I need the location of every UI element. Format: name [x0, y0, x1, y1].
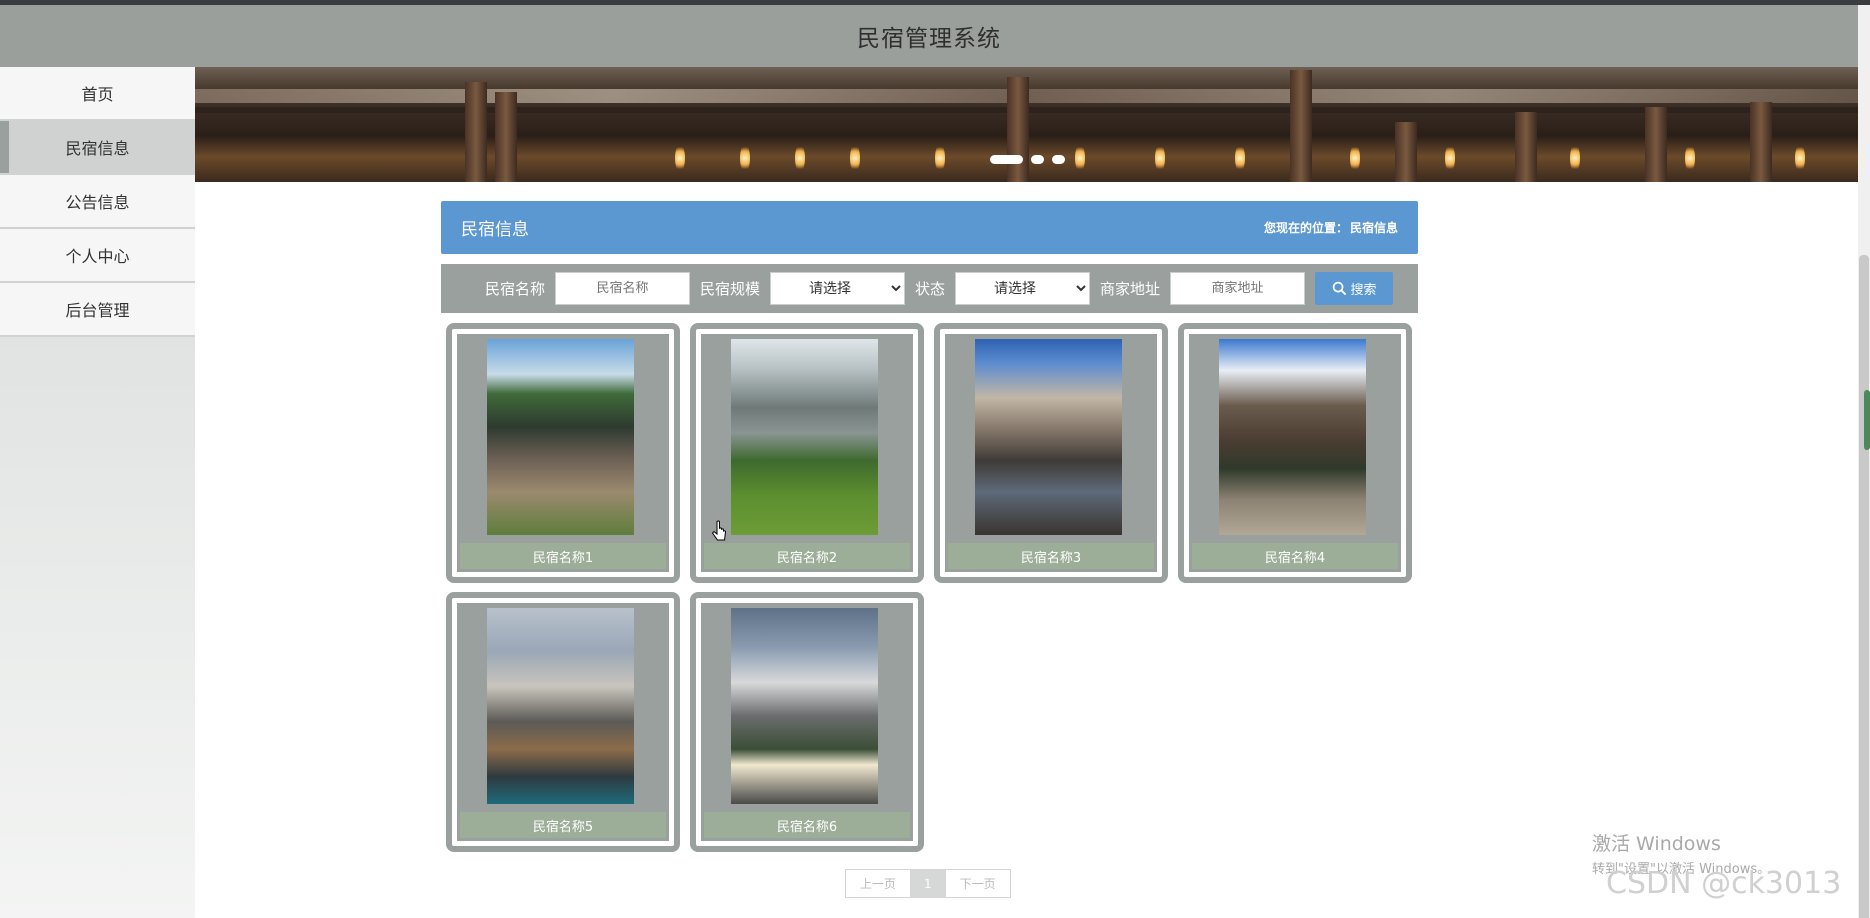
csdn-watermark: CSDN @ck3013: [1606, 866, 1842, 901]
card-body: 民宿名称3: [945, 334, 1157, 572]
homestay-card[interactable]: 民宿名称5: [446, 592, 680, 852]
homestay-grid: 民宿名称1 民宿名称2 民宿名称3 民宿名称4 民宿名称5 民宿名称6: [441, 323, 1418, 853]
card-body: 民宿名称1: [457, 334, 669, 572]
homestay-photo: [487, 339, 634, 535]
search-bar: 民宿名称 民宿规模 请选择 状态 请选择 商家地址 搜索: [441, 264, 1418, 313]
section-header: 民宿信息 您现在的位置： 民宿信息: [441, 201, 1418, 254]
section-title: 民宿信息: [461, 220, 529, 240]
card-body: 民宿名称4: [1189, 334, 1401, 572]
banner-decoration: [1515, 112, 1537, 182]
mouse-cursor-icon: [711, 520, 727, 541]
banner-decoration: [1007, 77, 1029, 182]
banner-decoration: [1795, 144, 1805, 172]
homestay-photo: [1219, 339, 1366, 535]
card-body: 民宿名称2: [701, 334, 913, 572]
homestay-photo: [731, 339, 878, 535]
scrollbar-thumb[interactable]: [1859, 255, 1869, 918]
homestay-name: 民宿名称6: [704, 812, 910, 838]
scale-label: 民宿规模: [700, 280, 761, 298]
banner-decoration: [795, 144, 805, 172]
banner-decoration: [675, 144, 685, 172]
search-button[interactable]: 搜索: [1315, 272, 1394, 305]
card-body: 民宿名称5: [457, 603, 669, 841]
banner-decoration: [1645, 107, 1667, 182]
homestay-card[interactable]: 民宿名称3: [934, 323, 1168, 583]
search-icon: [1332, 281, 1346, 296]
banner-decoration: [1570, 144, 1580, 172]
status-select[interactable]: 请选择: [955, 272, 1091, 305]
sidebar-item-announcements[interactable]: 公告信息: [0, 175, 195, 229]
sidebar-item-label: 个人中心: [65, 247, 130, 266]
sidebar-item-profile[interactable]: 个人中心: [0, 229, 195, 283]
banner-decoration: [1075, 144, 1085, 172]
homestay-photo: [731, 608, 878, 804]
carousel-indicators: [990, 155, 1065, 164]
scrollbar-marker: [1864, 390, 1870, 450]
next-page-button[interactable]: 下一页: [944, 869, 1011, 898]
name-input[interactable]: [555, 272, 691, 305]
banner-decoration: [1445, 144, 1455, 172]
sidebar-item-admin[interactable]: 后台管理: [0, 283, 195, 337]
sidebar-item-home[interactable]: 首页: [0, 67, 195, 121]
homestay-card[interactable]: 民宿名称2: [690, 323, 924, 583]
banner-decoration: [1395, 122, 1417, 182]
pagination: 上一页 1 下一页: [845, 869, 1011, 898]
homestay-card[interactable]: 民宿名称4: [1178, 323, 1412, 583]
homestay-photo: [487, 608, 634, 804]
banner-decoration: [935, 144, 945, 172]
banner-decoration: [1750, 102, 1772, 182]
sidebar-item-label: 后台管理: [65, 301, 130, 320]
breadcrumb-current[interactable]: 民宿信息: [1350, 221, 1398, 235]
homestay-name: 民宿名称2: [704, 543, 910, 569]
homestay-name: 民宿名称1: [460, 543, 666, 569]
app-header: 民宿管理系统: [0, 5, 1858, 67]
banner-carousel[interactable]: [195, 67, 1858, 182]
sidebar-item-homestay-info[interactable]: 民宿信息: [0, 121, 195, 175]
carousel-dot-2[interactable]: [1031, 155, 1044, 164]
homestay-card[interactable]: 民宿名称6: [690, 592, 924, 852]
homestay-card[interactable]: 民宿名称1: [446, 323, 680, 583]
name-label: 民宿名称: [485, 280, 546, 298]
sidebar-item-label: 公告信息: [65, 193, 130, 212]
homestay-name: 民宿名称4: [1192, 543, 1398, 569]
homestay-photo: [975, 339, 1122, 535]
homestay-name: 民宿名称5: [460, 812, 666, 838]
breadcrumb: 您现在的位置： 民宿信息: [1262, 219, 1398, 236]
carousel-dot-3[interactable]: [1052, 155, 1065, 164]
banner-decoration: [465, 82, 487, 182]
banner-decoration: [1350, 144, 1360, 172]
address-input[interactable]: [1170, 272, 1306, 305]
search-button-label: 搜索: [1350, 282, 1377, 297]
scale-select[interactable]: 请选择: [770, 272, 906, 305]
banner-decoration: [1290, 70, 1312, 182]
banner-decoration: [1155, 144, 1165, 172]
carousel-dot-1[interactable]: [990, 155, 1023, 164]
main-content: 民宿信息 您现在的位置：民宿信息 民宿名称 民宿规模 请选择 状态 请选择 商家…: [441, 201, 1418, 853]
banner-decoration: [495, 92, 517, 182]
banner-decoration: [850, 144, 860, 172]
sidebar-item-label: 首页: [81, 85, 114, 104]
card-body: 民宿名称6: [701, 603, 913, 841]
sidebar: 首页 民宿信息 公告信息 个人中心 后台管理: [0, 67, 195, 918]
banner-decoration: [740, 144, 750, 172]
app-title: 民宿管理系统: [857, 26, 1001, 52]
watermark-line-1: 激活 Windows: [1592, 833, 1721, 855]
address-label: 商家地址: [1100, 280, 1161, 298]
homestay-name: 民宿名称3: [948, 543, 1154, 569]
page-scrollbar[interactable]: [1858, 5, 1870, 918]
banner-decoration: [1685, 144, 1695, 172]
sidebar-item-label: 民宿信息: [65, 139, 130, 158]
prev-page-button[interactable]: 上一页: [845, 869, 912, 898]
status-label: 状态: [915, 280, 946, 298]
banner-decoration: [1235, 144, 1245, 172]
page-number-current[interactable]: 1: [911, 869, 945, 898]
breadcrumb-label: 您现在的位置：: [1263, 221, 1348, 235]
